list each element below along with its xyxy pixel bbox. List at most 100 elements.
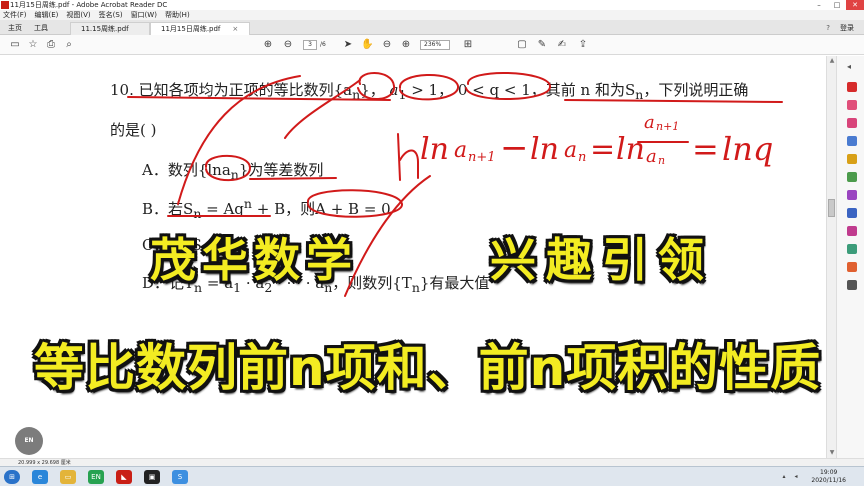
pen-icon[interactable]: ✎ (536, 39, 548, 51)
menu-edit[interactable]: 编辑(E) (35, 10, 59, 20)
export-pdf-icon[interactable] (847, 82, 857, 92)
hand-icon[interactable]: ✋ (361, 39, 373, 51)
tab-bar: 主页 工具 11.15周练.pdf 11月15日周练.pdf × ? 登录 (0, 20, 864, 35)
browser-icon[interactable]: e (32, 470, 48, 484)
status-bar: 20.999 x 29.698 厘米 (0, 458, 864, 466)
comment-icon[interactable]: ▢ (516, 39, 528, 51)
page-up-icon[interactable]: ⊕ (262, 39, 274, 51)
maximize-button[interactable]: □ (828, 0, 846, 10)
ink-circle-q (465, 71, 551, 101)
tab-doc-2[interactable]: 11月15日周练.pdf × (150, 22, 250, 35)
document-page: 10. 已知各项均为正项的等比数列{an}， a1 > 1， 0 < q < 1… (0, 56, 826, 458)
menu-sign[interactable]: 签名(S) (99, 10, 123, 20)
title-bar: 11月15日周练.pdf - Adobe Acrobat Reader DC –… (0, 0, 864, 10)
page-down-icon[interactable]: ⊖ (282, 39, 294, 51)
media-icon[interactable]: ▣ (144, 470, 160, 484)
hw-frac-num: a (644, 112, 655, 133)
ink-circle-lnan (205, 154, 252, 182)
login-button[interactable]: 登录 (840, 22, 854, 35)
hw-a-1: a (454, 138, 468, 163)
ink-underline-diff (249, 177, 337, 180)
scroll-thumb[interactable] (828, 199, 835, 217)
comment-tool-icon[interactable] (847, 136, 857, 146)
combine-icon[interactable] (847, 172, 857, 182)
menu-view[interactable]: 视图(V) (66, 10, 90, 20)
fit-page-icon[interactable]: ⊞ (462, 39, 474, 51)
toolbar: ▭ ☆ ⎙ ⌕ ⊕ ⊖ 3 /6 ➤ ✋ ⊖ ⊕ 236% ⊞ ▢ ✎ ✍ ⇪ (0, 35, 864, 55)
taskbar-app-en[interactable]: EN (88, 470, 104, 484)
taskbar-app-s[interactable]: S (172, 470, 188, 484)
ink-circle-ab (307, 189, 403, 218)
page-number-input[interactable]: 3 (303, 40, 317, 50)
fill-sign-icon[interactable] (847, 190, 857, 200)
tools-settings-icon[interactable] (847, 280, 857, 290)
clock-time: 19:09 (820, 469, 838, 476)
caption-topic: 等比数列前n项和、前n项积的性质 (34, 339, 822, 397)
window-controls: – □ ✕ (810, 0, 864, 10)
tab-close-icon[interactable]: × (232, 25, 238, 33)
tab-tools[interactable]: 工具 (30, 22, 52, 35)
ink-underline-a1-q (127, 96, 391, 101)
close-button[interactable]: ✕ (846, 0, 864, 10)
send-icon[interactable] (847, 226, 857, 236)
create-pdf-icon[interactable] (847, 100, 857, 110)
zoom-out-icon[interactable]: ⊖ (381, 39, 393, 51)
ink-circle-a1 (399, 74, 459, 101)
tab-doc-1-label: 11.15周练.pdf (81, 25, 129, 33)
hw-ln-1: ln (420, 132, 449, 167)
ink-slash-1 (177, 75, 301, 205)
help-icon[interactable]: ? (826, 22, 830, 35)
optimize-icon[interactable] (847, 262, 857, 272)
protect-icon[interactable] (847, 208, 857, 218)
volume-icon[interactable]: ◂ (792, 473, 800, 481)
collapse-panel-icon[interactable]: ◂ (847, 62, 851, 71)
hw-frac-num-sub: n+1 (656, 120, 680, 133)
hw-ln-2: ln (530, 132, 559, 167)
start-button[interactable]: ⊞ (4, 470, 20, 484)
taskbar: ⊞ e ▭ EN ◣ ▣ S ▴ ◂ 19:09 2020/11/16 (0, 466, 864, 486)
hw-a-2: a (564, 138, 578, 163)
ink-underline-sn (564, 99, 783, 103)
tab-doc-1[interactable]: 11.15周练.pdf (70, 22, 150, 35)
ink-h-stroke (397, 133, 419, 181)
tab-home[interactable]: 主页 (4, 22, 26, 35)
hw-lnq: lnq (722, 130, 774, 168)
select-arrow-icon[interactable]: ➤ (342, 39, 354, 51)
more-tools-icon[interactable] (847, 244, 857, 254)
menu-bar: 文件(F) 编辑(E) 视图(V) 签名(S) 窗口(W) 帮助(H) (0, 10, 864, 20)
hw-a-2-sub: n (578, 150, 587, 165)
hw-eq-1: = (590, 132, 616, 167)
explorer-icon[interactable]: ▭ (60, 470, 76, 484)
acrobat-app-icon (1, 1, 9, 9)
menu-help[interactable]: 帮助(H) (165, 10, 190, 20)
screen: 11月15日周练.pdf - Adobe Acrobat Reader DC –… (0, 0, 864, 486)
language-badge[interactable]: EN (15, 427, 43, 455)
hw-frac-den: a (646, 146, 657, 167)
page-total: /6 (320, 41, 326, 48)
share-icon[interactable]: ⇪ (577, 39, 589, 51)
edit-pdf-icon[interactable] (847, 118, 857, 128)
hw-frac-den-sub: n (658, 154, 666, 167)
menu-file[interactable]: 文件(F) (3, 10, 27, 20)
save-icon[interactable]: ▭ (9, 39, 21, 51)
hw-eq-2: = (692, 130, 719, 168)
caption-slogan: 兴趣引领 (490, 233, 714, 287)
search-icon[interactable]: ⌕ (63, 39, 75, 51)
ink-circle-an (357, 72, 395, 101)
zoom-in-icon[interactable]: ⊕ (400, 39, 412, 51)
sign-icon[interactable]: ✍ (556, 39, 568, 51)
organize-icon[interactable] (847, 154, 857, 164)
right-tools-panel: ◂ (836, 56, 864, 458)
menu-window[interactable]: 窗口(W) (131, 10, 157, 20)
vertical-scrollbar[interactable]: ▲ ▼ (826, 56, 836, 458)
clock-date: 2020/11/16 (811, 477, 846, 484)
window-title: 11月15日周练.pdf - Adobe Acrobat Reader DC (10, 1, 168, 9)
network-icon[interactable]: ▴ (780, 473, 788, 481)
system-clock[interactable]: 19:09 2020/11/16 (811, 469, 846, 485)
print-icon[interactable]: ⎙ (45, 39, 57, 51)
minimize-button[interactable]: – (810, 0, 828, 10)
acrobat-task-icon[interactable]: ◣ (116, 470, 132, 484)
hw-a-1-sub: n+1 (468, 150, 496, 165)
zoom-select[interactable]: 236% (420, 40, 450, 50)
star-icon[interactable]: ☆ (27, 39, 39, 51)
